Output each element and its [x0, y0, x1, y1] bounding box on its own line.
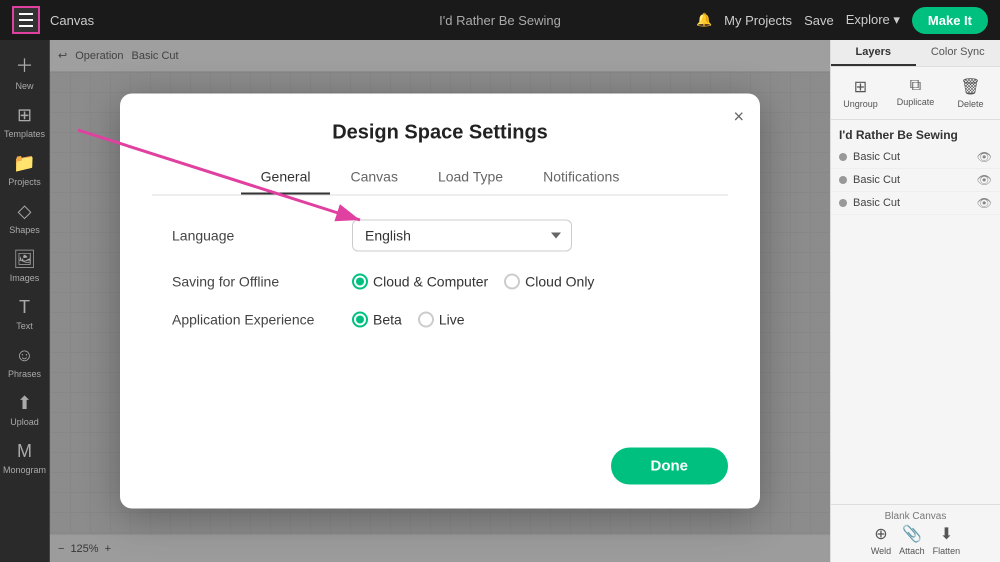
cloud-computer-radio[interactable]: [352, 274, 368, 290]
monogram-icon: M: [17, 441, 32, 462]
my-projects-link[interactable]: My Projects: [724, 13, 792, 28]
bottom-tools: ⊕ Weld 📎 Attach ⬇ Flatten: [871, 524, 960, 556]
saving-offline-label: Saving for Offline: [172, 274, 352, 290]
save-link[interactable]: Save: [804, 13, 834, 28]
app-experience-label: Application Experience: [172, 312, 352, 328]
done-button[interactable]: Done: [611, 448, 729, 485]
eye-icon-2[interactable]: 👁: [977, 173, 992, 187]
blank-canvas-label: Blank Canvas: [885, 511, 947, 522]
flatten-button[interactable]: ⬇ Flatten: [933, 524, 961, 556]
layer-item-2[interactable]: Basic Cut 👁: [831, 169, 1000, 192]
right-sidebar-tabs: Layers Color Sync: [831, 40, 1000, 67]
tab-general[interactable]: General: [241, 161, 331, 195]
beta-label: Beta: [373, 312, 402, 328]
phrases-icon: ☺: [15, 345, 33, 366]
ungroup-icon: ⊞: [854, 77, 867, 97]
sidebar-item-monogram[interactable]: M Monogram: [0, 435, 49, 481]
beta-radio[interactable]: [352, 312, 368, 328]
cloud-only-radio[interactable]: [504, 274, 520, 290]
sidebar-item-templates[interactable]: ⊞ Templates: [0, 99, 49, 145]
language-row: Language English Spanish French German: [172, 220, 708, 252]
layer-dot-3: [839, 199, 847, 207]
duplicate-icon: ⧉: [910, 77, 921, 95]
right-sidebar-bottom: Blank Canvas ⊕ Weld 📎 Attach ⬇ Flatten: [831, 504, 1000, 562]
delete-button[interactable]: 🗑 Delete: [945, 73, 996, 113]
sidebar-item-text[interactable]: T Text: [0, 291, 49, 337]
sidebar-item-images[interactable]: 🖼 Images: [0, 243, 49, 289]
weld-icon: ⊕: [874, 524, 887, 544]
modal-tabs: General Canvas Load Type Notifications: [152, 161, 728, 196]
app-title: Canvas: [50, 13, 94, 28]
right-tab-color-sync[interactable]: Color Sync: [916, 40, 1000, 66]
explore-link[interactable]: Explore ▾: [846, 12, 900, 28]
right-tab-layers[interactable]: Layers: [831, 40, 916, 66]
settings-modal: × Design Space Settings General Canvas L…: [120, 94, 760, 509]
cloud-computer-label: Cloud & Computer: [373, 274, 488, 290]
tab-canvas[interactable]: Canvas: [330, 161, 417, 195]
left-sidebar: ＋ New ⊞ Templates 📁 Projects ◇ Shapes 🖼 …: [0, 40, 50, 562]
saving-offline-control: Cloud & Computer Cloud Only: [352, 274, 594, 290]
layer-list: I'd Rather Be Sewing Basic Cut 👁 Basic C…: [831, 120, 1000, 504]
ungroup-button[interactable]: ⊞ Ungroup: [835, 73, 886, 113]
canvas-area: ↩ Operation Basic Cut − 125% + × Design …: [50, 40, 830, 562]
modal-close-button[interactable]: ×: [733, 108, 744, 126]
project-title: I'd Rather Be Sewing: [439, 13, 561, 28]
layer-group-title: I'd Rather Be Sewing: [831, 124, 1000, 146]
right-sidebar-actions: ⊞ Ungroup ⧉ Duplicate 🗑 Delete: [831, 67, 1000, 120]
tab-load-type[interactable]: Load Type: [418, 161, 523, 195]
projects-icon: 📁: [13, 153, 35, 174]
modal-body: Language English Spanish French German S…: [152, 220, 728, 328]
modal-title: Design Space Settings: [152, 122, 728, 145]
layer-item-3[interactable]: Basic Cut 👁: [831, 192, 1000, 215]
cloud-only-option[interactable]: Cloud Only: [504, 274, 594, 290]
sidebar-item-upload[interactable]: ⬆ Upload: [0, 387, 49, 433]
eye-icon-3[interactable]: 👁: [977, 196, 992, 210]
beta-option[interactable]: Beta: [352, 312, 402, 328]
eye-icon-1[interactable]: 👁: [977, 150, 992, 164]
live-label: Live: [439, 312, 465, 328]
cloud-only-label: Cloud Only: [525, 274, 594, 290]
hamburger-button[interactable]: [12, 6, 40, 34]
main-layout: ＋ New ⊞ Templates 📁 Projects ◇ Shapes 🖼 …: [0, 40, 1000, 562]
saving-offline-row: Saving for Offline Cloud & Computer Clou…: [172, 274, 708, 290]
cloud-computer-option[interactable]: Cloud & Computer: [352, 274, 488, 290]
templates-icon: ⊞: [17, 105, 32, 126]
bell-icon[interactable]: 🔔: [696, 12, 712, 28]
language-control: English Spanish French German: [352, 220, 572, 252]
new-icon: ＋: [16, 52, 34, 78]
weld-button[interactable]: ⊕ Weld: [871, 524, 891, 556]
sidebar-item-shapes[interactable]: ◇ Shapes: [0, 195, 49, 241]
attach-button[interactable]: 📎 Attach: [899, 524, 925, 556]
images-icon: 🖼: [13, 249, 36, 270]
tab-notifications[interactable]: Notifications: [523, 161, 639, 195]
topbar: Canvas I'd Rather Be Sewing 🔔 My Project…: [0, 0, 1000, 40]
sidebar-item-projects[interactable]: 📁 Projects: [0, 147, 49, 193]
live-option[interactable]: Live: [418, 312, 465, 328]
sidebar-item-phrases[interactable]: ☺ Phrases: [0, 339, 49, 385]
sidebar-item-new[interactable]: ＋ New: [0, 46, 49, 97]
topbar-right: 🔔 My Projects Save Explore ▾ Make It: [696, 7, 988, 34]
live-radio[interactable]: [418, 312, 434, 328]
right-sidebar: Layers Color Sync ⊞ Ungroup ⧉ Duplicate …: [830, 40, 1000, 562]
layer-dot-1: [839, 153, 847, 161]
text-icon: T: [19, 297, 30, 318]
duplicate-button[interactable]: ⧉ Duplicate: [890, 73, 941, 113]
make-it-button[interactable]: Make It: [912, 7, 988, 34]
delete-icon: 🗑: [960, 77, 980, 97]
app-experience-row: Application Experience Beta Live: [172, 312, 708, 328]
language-label: Language: [172, 228, 352, 244]
app-experience-control: Beta Live: [352, 312, 465, 328]
modal-footer: Done: [152, 448, 728, 485]
layer-dot-2: [839, 176, 847, 184]
flatten-icon: ⬇: [940, 524, 953, 544]
upload-icon: ⬆: [17, 393, 32, 414]
topbar-left: Canvas: [12, 6, 94, 34]
attach-icon: 📎: [902, 524, 922, 544]
shapes-icon: ◇: [18, 201, 32, 222]
layer-item-1[interactable]: Basic Cut 👁: [831, 146, 1000, 169]
language-select[interactable]: English Spanish French German: [352, 220, 572, 252]
